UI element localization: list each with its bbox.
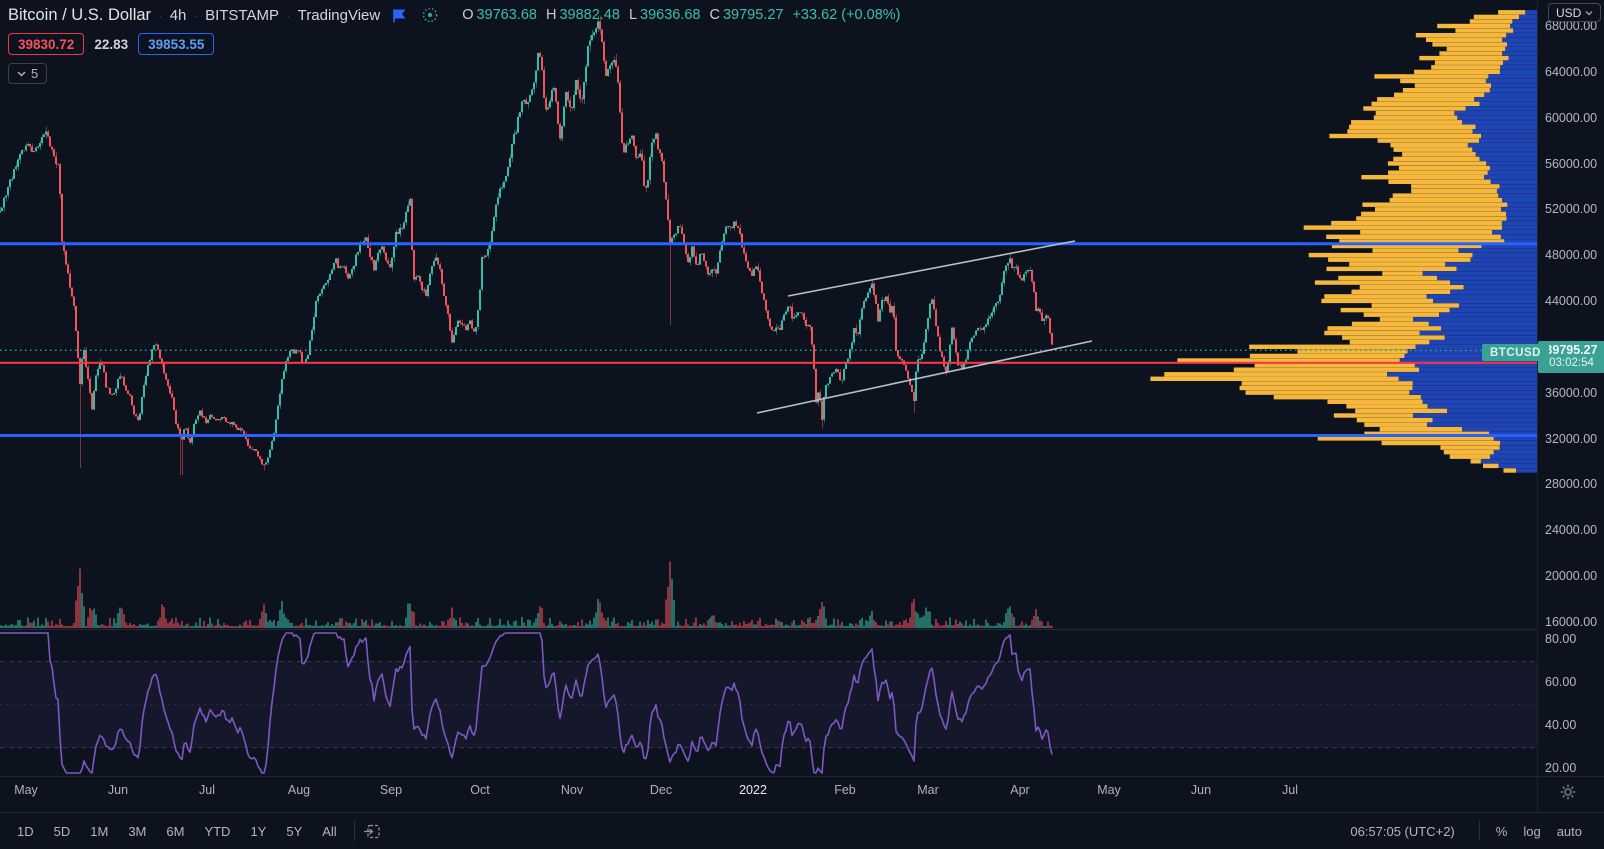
rsi-tick: 80.00: [1545, 632, 1576, 646]
price-tick: 24000.00: [1545, 523, 1597, 537]
time-axis-label: Mar: [906, 783, 950, 797]
bitstamp-logo: [421, 6, 439, 24]
chart-legend: Bitcoin / U.S. Dollar · 4h · BITSTAMP · …: [8, 4, 901, 84]
range-button-ytd[interactable]: YTD: [195, 821, 239, 842]
range-button-all[interactable]: All: [313, 821, 345, 842]
range-button-1d[interactable]: 1D: [8, 821, 43, 842]
separator-dot: ·: [158, 7, 163, 23]
range-button-5d[interactable]: 5D: [45, 821, 80, 842]
percent-scale-button[interactable]: %: [1488, 821, 1516, 842]
price-tick: 52000.00: [1545, 202, 1597, 216]
symbol-price-tag: BTCUSD: [1482, 344, 1549, 361]
toolbar-divider: [1479, 821, 1480, 841]
price-tick: 32000.00: [1545, 432, 1597, 446]
time-axis-label: Jul: [185, 783, 229, 797]
interval-button[interactable]: 4h: [170, 7, 187, 24]
toolbar-right-group: 06:57:05 (UTC+2) % log auto: [1350, 821, 1604, 842]
low-label: L: [629, 7, 637, 23]
chart-canvas[interactable]: [0, 0, 1537, 776]
log-scale-button[interactable]: log: [1515, 821, 1548, 842]
price-tick: 20000.00: [1545, 569, 1597, 583]
axis-corner-divider: [1537, 777, 1538, 813]
price-tick: 48000.00: [1545, 248, 1597, 262]
range-button-6m[interactable]: 6M: [157, 821, 193, 842]
tradingview-chart-window: USD 68000.0064000.0060000.0056000.005200…: [0, 0, 1604, 849]
time-axis-label: Sep: [369, 783, 413, 797]
time-axis[interactable]: May Jun Jul Aug Sep Oct Nov Dec 2022 Feb Mar Apr May…: [0, 776, 1604, 812]
open-label: O: [462, 7, 473, 23]
close-value: 39795.27: [723, 7, 783, 23]
symbol-header-row: Bitcoin / U.S. Dollar · 4h · BITSTAMP · …: [8, 4, 901, 26]
currency-label: USD: [1556, 6, 1581, 20]
price-tick: 60000.00: [1545, 111, 1597, 125]
gear-icon[interactable]: [1558, 782, 1578, 802]
time-axis-label: Apr: [998, 783, 1042, 797]
go-to-date-icon[interactable]: [363, 822, 382, 841]
currency-dropdown[interactable]: USD: [1548, 3, 1601, 22]
price-tick: 64000.00: [1545, 65, 1597, 79]
collapsed-legend-row: 5: [8, 63, 901, 84]
rsi-tick: 20.00: [1545, 761, 1576, 775]
price-axis[interactable]: USD 68000.0064000.0060000.0056000.005200…: [1537, 0, 1604, 776]
chevron-down-icon: [1585, 10, 1593, 16]
rsi-tick: 40.00: [1545, 718, 1576, 732]
red-level-label[interactable]: 39830.72: [8, 33, 84, 55]
price-tick: 56000.00: [1545, 157, 1597, 171]
time-axis-label: Dec: [639, 783, 683, 797]
range-button-5y[interactable]: 5Y: [277, 821, 311, 842]
toolbar-divider: [354, 821, 355, 841]
time-axis-label: Jun: [96, 783, 140, 797]
range-button-1m[interactable]: 1M: [81, 821, 117, 842]
time-axis-label: Jul: [1268, 783, 1312, 797]
time-axis-label: Feb: [823, 783, 867, 797]
time-axis-label: Oct: [458, 783, 502, 797]
ohlc-readout: O39763.68 H39882.48 L39636.68 C39795.27 …: [462, 7, 900, 23]
platform-name[interactable]: TradingView: [298, 7, 381, 24]
separator-dot: ·: [193, 7, 198, 23]
time-axis-label: May: [1087, 783, 1131, 797]
high-label: H: [546, 7, 556, 23]
high-value: 39882.48: [559, 7, 619, 23]
date-range-buttons: 1D5D1M3M6MYTD1Y5YAll: [0, 821, 346, 842]
auto-scale-button[interactable]: auto: [1549, 821, 1590, 842]
rsi-tick: 60.00: [1545, 675, 1576, 689]
time-axis-label: Jun: [1179, 783, 1223, 797]
time-axis-label: Aug: [277, 783, 321, 797]
exchange-name[interactable]: BITSTAMP: [205, 7, 279, 24]
blue-level-label[interactable]: 39853.55: [138, 33, 214, 55]
close-label: C: [710, 7, 720, 23]
range-button-3m[interactable]: 3M: [119, 821, 155, 842]
range-button-1y[interactable]: 1Y: [241, 821, 275, 842]
symbol-name[interactable]: Bitcoin / U.S. Dollar: [8, 6, 151, 25]
time-axis-label: May: [4, 783, 48, 797]
separator-dot: ·: [286, 7, 291, 23]
time-axis-label: Nov: [550, 783, 594, 797]
session-clock[interactable]: 06:57:05 (UTC+2): [1350, 824, 1454, 839]
change-value: +33.62 (+0.08%): [792, 7, 900, 23]
time-axis-label: 2022: [731, 783, 775, 797]
spread-value: 22.83: [94, 37, 128, 52]
legend-collapse-button[interactable]: 5: [8, 63, 47, 84]
bottom-toolbar: 1D5D1M3M6MYTD1Y5YAll 06:57:05 (UTC+2) % …: [0, 812, 1604, 849]
price-tick: 44000.00: [1545, 294, 1597, 308]
flag-icon[interactable]: [391, 7, 408, 24]
level-labels-row: 39830.72 22.83 39853.55: [8, 33, 901, 55]
open-value: 39763.68: [476, 7, 536, 23]
hidden-indicator-count: 5: [31, 66, 38, 81]
low-value: 39636.68: [640, 7, 700, 23]
price-tick: 28000.00: [1545, 477, 1597, 491]
price-tick: 36000.00: [1545, 386, 1597, 400]
chevron-down-icon: [17, 71, 26, 77]
price-tick: 16000.00: [1545, 615, 1597, 629]
